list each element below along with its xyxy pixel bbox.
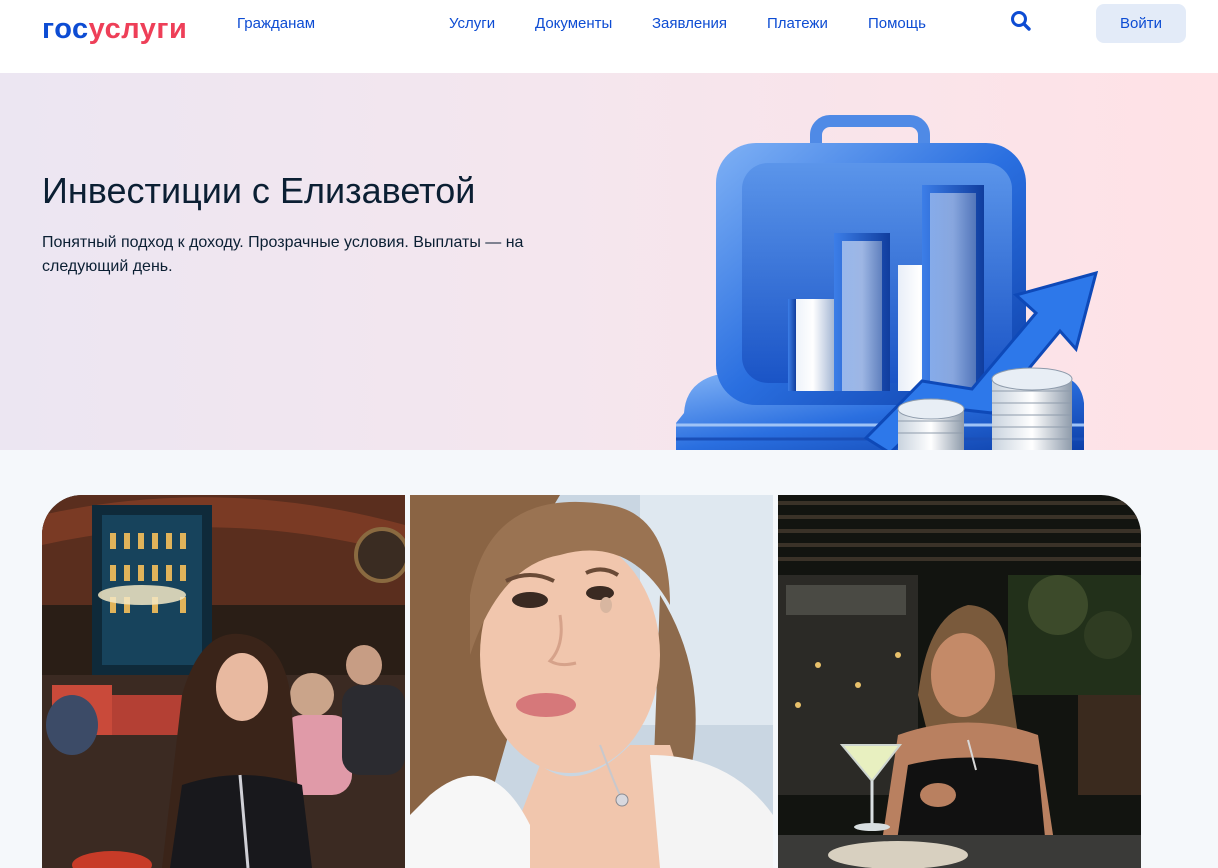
photo-gallery	[42, 495, 1141, 868]
gosuslugi-logo[interactable]: госуслуги	[42, 14, 187, 44]
nav-applications[interactable]: Заявления	[652, 15, 727, 33]
photo-restaurant-bar	[42, 495, 405, 868]
nav-documents[interactable]: Документы	[535, 15, 612, 33]
hero-title: Инвестиции с Елизаветой	[42, 170, 476, 211]
site-header: госуслуги Гражданам Услуги Документы Зая…	[0, 0, 1218, 73]
briefcase-chart-illustration	[676, 115, 1099, 450]
photo-terrace-cocktail	[778, 495, 1141, 868]
nav-payments[interactable]: Платежи	[767, 15, 828, 33]
search-icon[interactable]	[1010, 10, 1032, 32]
hero-banner: Инвестиции с Елизаветой Понятный подход …	[0, 73, 1218, 450]
login-button[interactable]: Войти	[1096, 4, 1186, 43]
photo-selfie	[410, 495, 773, 868]
logo-part-uslugi: услуги	[88, 13, 188, 45]
nav-services[interactable]: Услуги	[449, 15, 495, 33]
hero-subtitle: Понятный подход к доходу. Прозрачные усл…	[42, 234, 524, 275]
nav-help[interactable]: Помощь	[868, 15, 926, 33]
logo-part-gos: гос	[42, 13, 89, 45]
nav-citizens[interactable]: Гражданам	[237, 15, 315, 33]
